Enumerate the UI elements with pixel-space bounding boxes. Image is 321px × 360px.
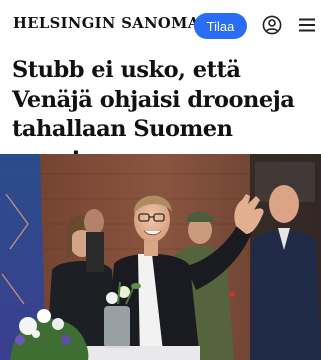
- user-circle-icon[interactable]: [262, 15, 282, 35]
- subscribe-button[interactable]: Tilaa: [194, 13, 247, 39]
- site-header: HELSINGIN SANOMAT Tilaa: [0, 0, 321, 52]
- article-photo[interactable]: [0, 154, 321, 360]
- hamburger-menu-icon[interactable]: [298, 17, 316, 33]
- site-logo[interactable]: HELSINGIN SANOMAT: [13, 14, 210, 32]
